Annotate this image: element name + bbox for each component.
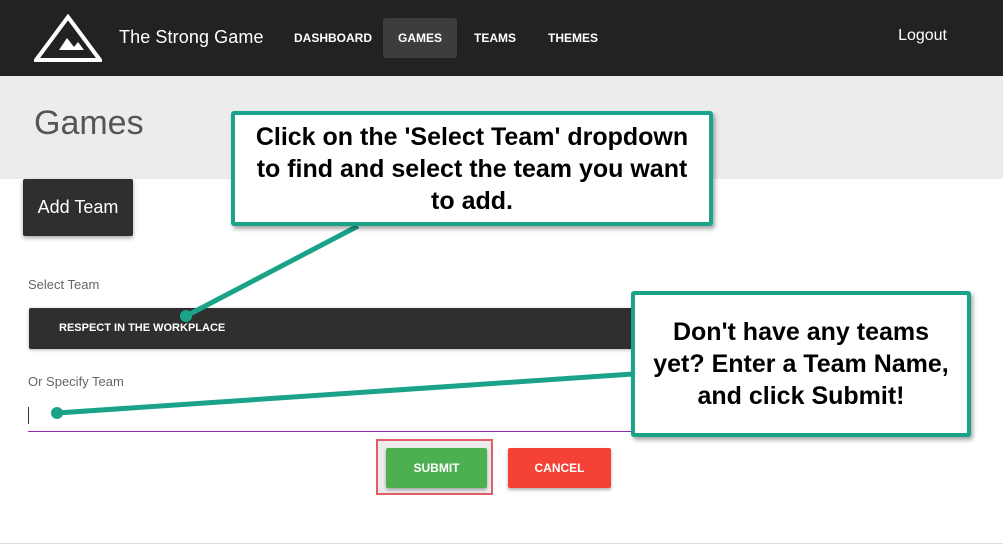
- specify-team-label: Or Specify Team: [28, 374, 124, 389]
- nav-themes[interactable]: THEMES: [533, 18, 613, 58]
- mountain-logo-icon[interactable]: [34, 14, 102, 62]
- nav-dashboard[interactable]: DASHBOARD: [279, 18, 387, 58]
- submit-button[interactable]: SUBMIT: [386, 448, 487, 488]
- brand-name[interactable]: The Strong Game: [119, 27, 264, 48]
- select-team-label: Select Team: [28, 277, 100, 292]
- page-title: Games: [34, 104, 144, 142]
- add-team-tab: Add Team: [23, 179, 133, 236]
- logout-link[interactable]: Logout: [898, 27, 947, 45]
- divider: [0, 543, 1003, 544]
- cancel-button[interactable]: CANCEL: [508, 448, 611, 488]
- select-pointer-line: [184, 223, 360, 319]
- nav-games[interactable]: GAMES: [383, 18, 458, 58]
- no-teams-callout-text: Don't have any teams yet? Enter a Team N…: [653, 318, 949, 410]
- no-teams-callout: Don't have any teams yet? Enter a Team N…: [631, 291, 971, 437]
- select-team-dropdown[interactable]: RESPECT IN THE WORKPLACE: [29, 308, 649, 349]
- team-name-input[interactable]: [28, 398, 653, 432]
- nav-teams[interactable]: TEAMS: [459, 18, 531, 58]
- select-team-callout: Click on the 'Select Team' dropdown to f…: [231, 111, 713, 226]
- text-cursor: [28, 407, 29, 424]
- top-navbar: The Strong Game DASHBOARD GAMES TEAMS TH…: [0, 0, 1003, 76]
- select-team-callout-text: Click on the 'Select Team' dropdown to f…: [255, 122, 689, 215]
